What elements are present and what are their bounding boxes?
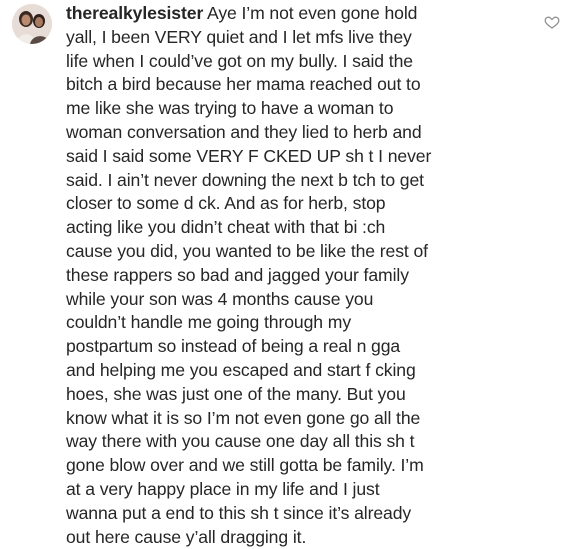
comment-line: yall, I been VERY quiet and I let mfs li…: [66, 26, 412, 47]
heart-outline-icon[interactable]: [544, 14, 560, 30]
comment-line: while your son was 4 months cause you: [66, 288, 374, 309]
username-link[interactable]: therealkylesister: [66, 3, 203, 23]
comment-first-line: therealkylesister Aye I’m not even gone …: [66, 2, 562, 26]
comment-line: closer to some d ck. And as for herb, st…: [66, 193, 386, 214]
comment: therealkylesister Aye I’m not even gone …: [0, 0, 588, 547]
comment-line: postpartum so instead of being a real n …: [66, 336, 401, 357]
comment-line: and helping me you escaped and start f c…: [66, 359, 416, 380]
comment-line: way there with you cause one day all thi…: [66, 431, 415, 452]
comment-line: couldn’t handle me going through my: [66, 312, 352, 333]
comment-line: wanna put a end to this sh t since it’s …: [66, 502, 412, 523]
comment-line: know what it is so I’m not even gone go …: [66, 407, 421, 428]
comment-line: cause you did, you wanted to be like the…: [66, 240, 428, 261]
comment-line: bitch a bird because her mama reached ou…: [66, 74, 421, 95]
comment-line: woman conversation and they lied to herb…: [66, 121, 422, 142]
comment-line: life when I could’ve got on my bully. I …: [66, 50, 413, 71]
comment-line: said. I ain’t never downing the next b t…: [66, 169, 424, 190]
comment-text: therealkylesister Aye I’m not even gone …: [66, 2, 562, 549]
comment-line: Aye I’m not even gone hold: [203, 3, 418, 23]
comment-line: hoes, she was just one of the many. But …: [66, 383, 406, 404]
comment-line: me like she was trying to have a woman t…: [66, 98, 394, 119]
avatar-image: [12, 4, 52, 44]
avatar[interactable]: [12, 4, 52, 44]
comment-line: acting like you didn’t cheat with that b…: [66, 217, 386, 238]
comment-line: said I said some VERY F CKED UP sh t I n…: [66, 145, 432, 166]
comment-line: at a very happy place in my life and I j…: [66, 478, 380, 499]
comment-line: these rappers so bad and jagged your fam…: [66, 264, 409, 285]
comment-line: gone blow over and we still gotta be fam…: [66, 455, 424, 476]
comment-line: out here cause y’all dragging it.: [66, 526, 307, 547]
